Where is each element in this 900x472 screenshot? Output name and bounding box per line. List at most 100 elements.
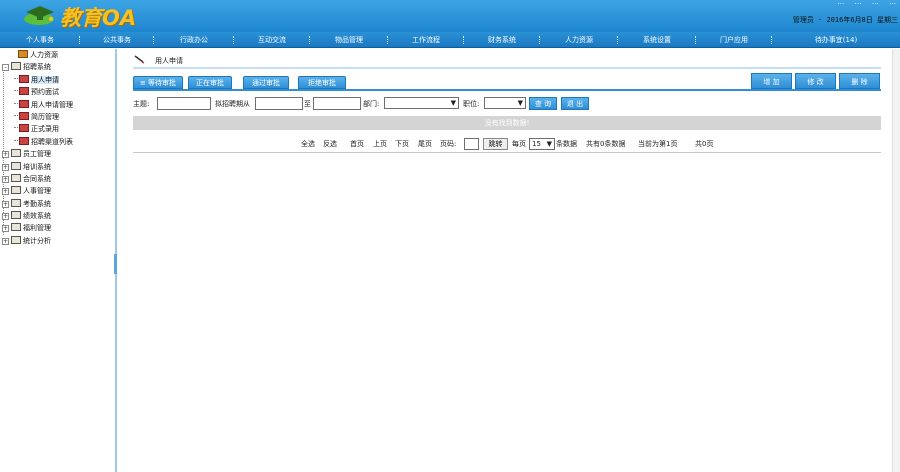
- tree-root-hr[interactable]: 人力资源: [0, 49, 115, 61]
- sidebar-tree-item[interactable]: + 绩效系统: [0, 210, 115, 222]
- prev-page-link[interactable]: 上页: [373, 137, 387, 151]
- per-page-value: 15: [532, 140, 541, 148]
- department-select[interactable]: ▼: [384, 97, 459, 109]
- nav-item-portal[interactable]: 门户应用: [696, 32, 772, 48]
- top-link[interactable]: …: [837, 0, 844, 6]
- sidebar-collapse-handle[interactable]: [114, 254, 117, 274]
- page-icon: [19, 111, 29, 120]
- sidebar-tree-item-label: 合同系统: [23, 174, 51, 183]
- expand-icon[interactable]: +: [2, 237, 9, 245]
- expand-icon[interactable]: +: [2, 188, 9, 196]
- tab-in-progress[interactable]: 正在审批: [188, 76, 232, 89]
- date-from-label: 拟招聘期从: [215, 100, 250, 108]
- tree-root-label: 人力资源: [30, 51, 58, 59]
- expand-icon[interactable]: +: [2, 213, 9, 221]
- pagination-bar: 全选 反选 首页 上页 下页 尾页 页码: 跳转 每页 15 ▼ 条数据 共有0条…: [133, 137, 881, 151]
- page-number-label: 页码:: [440, 140, 457, 148]
- folder-icon: [11, 223, 21, 232]
- expand-icon[interactable]: +: [2, 225, 9, 233]
- top-link[interactable]: …: [872, 0, 879, 6]
- page-icon: [19, 87, 29, 96]
- subject-input[interactable]: [157, 97, 211, 110]
- nav-item-workflow[interactable]: 工作流程: [388, 32, 464, 48]
- nav-item-admin-office[interactable]: 行政办公: [154, 32, 234, 48]
- tab-approved[interactable]: 通过审批: [243, 76, 289, 89]
- breadcrumb-divider: [133, 67, 881, 69]
- total-pages: 共0页: [695, 140, 714, 148]
- top-links[interactable]: … … … …: [829, 0, 896, 6]
- per-page-label: 每页: [512, 140, 526, 148]
- nav-item-goods[interactable]: 物品管理: [310, 32, 388, 48]
- invert-selection-link[interactable]: 反选: [323, 137, 337, 151]
- main-nav: 个人事务 公共事务 行政办公 互动交流 物品管理 工作流程 财务系统 人力资源 …: [0, 32, 900, 48]
- per-page-suffix: 条数据: [556, 140, 577, 148]
- sidebar-tree-item[interactable]: 用人申请: [0, 74, 115, 86]
- top-link[interactable]: …: [889, 0, 896, 6]
- folder-icon: [11, 173, 21, 182]
- select-all-link[interactable]: 全选: [301, 137, 315, 151]
- sidebar-tree-item[interactable]: + 人事管理: [0, 185, 115, 197]
- position-select[interactable]: ▼: [484, 97, 526, 109]
- date-from-input[interactable]: [255, 97, 303, 110]
- sidebar-tree-item[interactable]: + 统计分析: [0, 235, 115, 247]
- expand-icon[interactable]: +: [2, 200, 9, 208]
- folder-icon: [11, 149, 21, 158]
- last-page-link[interactable]: 尾页: [418, 137, 432, 151]
- nav-item-hr[interactable]: 人力资源: [540, 32, 618, 48]
- sidebar-tree-item[interactable]: + 培训系统: [0, 161, 115, 173]
- folder-icon: [11, 211, 21, 220]
- per-page-select[interactable]: 15 ▼: [529, 138, 555, 150]
- sidebar-tree-item[interactable]: - 招聘系统: [0, 61, 115, 73]
- page-number-input[interactable]: [464, 138, 479, 150]
- nav-item-settings[interactable]: 系统设置: [618, 32, 696, 48]
- nav-item-finance[interactable]: 财务系统: [464, 32, 540, 48]
- add-button[interactable]: 增 加: [751, 73, 792, 89]
- date-to-label: 至: [304, 100, 311, 108]
- tab-pending[interactable]: ≡ 等待审批: [133, 76, 183, 89]
- sidebar-tree-item[interactable]: + 福利管理: [0, 222, 115, 234]
- nav-item-todo[interactable]: 待办事宜(14): [772, 32, 900, 48]
- page-icon: [19, 136, 29, 145]
- sidebar-tree-item[interactable]: 简历管理: [0, 111, 115, 123]
- sidebar-tree-item[interactable]: + 合同系统: [0, 173, 115, 185]
- sidebar-tree-item[interactable]: 用人申请管理: [0, 99, 115, 111]
- sidebar-tree-item-label: 招聘系统: [23, 63, 51, 72]
- sidebar-tree-item-label: 考勤系统: [23, 199, 51, 208]
- top-link[interactable]: …: [855, 0, 862, 6]
- sidebar-tree-item-label: 简历管理: [31, 112, 59, 121]
- nav-item-interaction[interactable]: 互动交流: [234, 32, 310, 48]
- exit-button[interactable]: 退 出: [561, 97, 589, 110]
- nav-item-public[interactable]: 公共事务: [80, 32, 154, 48]
- pencil-icon: [134, 55, 145, 64]
- expand-icon[interactable]: +: [2, 163, 9, 171]
- total-records: 共有0条数据: [586, 140, 626, 148]
- query-button[interactable]: 查 询: [529, 97, 557, 110]
- sidebar-tree-item-label: 用人申请管理: [31, 100, 73, 109]
- tree-branch-line: [14, 77, 18, 79]
- expand-icon[interactable]: +: [2, 175, 9, 183]
- folder-icon: [11, 62, 21, 71]
- sidebar-tree-item[interactable]: + 员工管理: [0, 148, 115, 160]
- jump-button[interactable]: 跳转: [483, 138, 508, 150]
- sidebar-tree-item[interactable]: 正式录用: [0, 123, 115, 135]
- sidebar-tree-item-label: 预约面试: [31, 88, 59, 97]
- date-to-input[interactable]: [313, 97, 361, 110]
- user-info: 管理员 · 2016年6月8日 星期三: [792, 16, 898, 24]
- next-page-link[interactable]: 下页: [395, 137, 409, 151]
- tree-branch-line: [14, 90, 18, 92]
- page-icon: [19, 74, 29, 83]
- first-page-link[interactable]: 首页: [350, 137, 364, 151]
- delete-button[interactable]: 删 除: [839, 73, 880, 89]
- expand-icon[interactable]: +: [2, 151, 9, 159]
- edit-button[interactable]: 修 改: [795, 73, 836, 89]
- tab-divider: [133, 89, 881, 91]
- nav-item-personal[interactable]: 个人事务: [0, 32, 80, 48]
- collapse-icon[interactable]: -: [2, 64, 9, 72]
- tree-branch-line: [14, 127, 18, 129]
- sidebar-tree-item[interactable]: + 考勤系统: [0, 198, 115, 210]
- sidebar-tree-item[interactable]: 预约面试: [0, 86, 115, 98]
- sidebar-tree: 人力资源 - 招聘系统用人申请预约面试用人申请管理 简历管理正式录用 招聘渠道列表 + 员…: [0, 49, 117, 472]
- vertical-scrollbar[interactable]: [892, 49, 900, 472]
- tab-rejected[interactable]: 拒绝审批: [298, 76, 346, 89]
- sidebar-tree-item[interactable]: 招聘渠道列表: [0, 136, 115, 148]
